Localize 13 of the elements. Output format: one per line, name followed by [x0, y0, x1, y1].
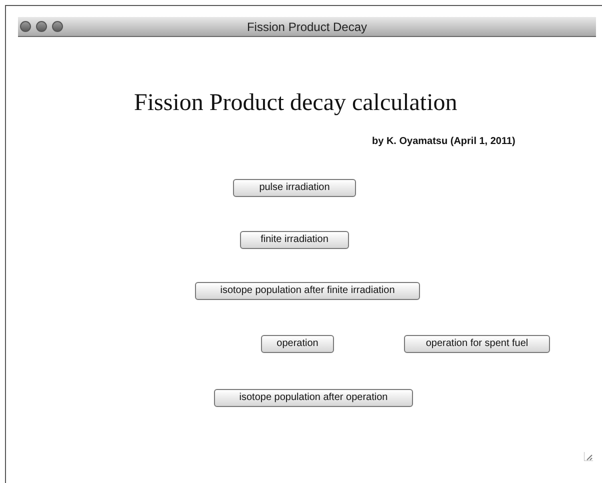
action-button[interactable]: isotope population after finite irradiation: [195, 282, 420, 300]
window-title: Fission Product Decay: [246, 18, 368, 36]
zoom-button[interactable]: [52, 21, 63, 32]
action-button[interactable]: pulse irradiation: [233, 179, 356, 197]
page-heading: Fission Product decay calculation: [134, 89, 458, 118]
action-button[interactable]: isotope population after operation: [214, 389, 413, 407]
resize-grip-icon: [584, 452, 593, 461]
author-byline: by K. Oyamatsu (April 1, 2011): [372, 135, 516, 149]
minimize-button[interactable]: [36, 21, 47, 32]
close-button[interactable]: [20, 21, 31, 32]
action-button[interactable]: operation for spent fuel: [404, 335, 550, 353]
action-button[interactable]: operation: [261, 335, 334, 353]
action-button[interactable]: finite irradiation: [240, 231, 349, 249]
